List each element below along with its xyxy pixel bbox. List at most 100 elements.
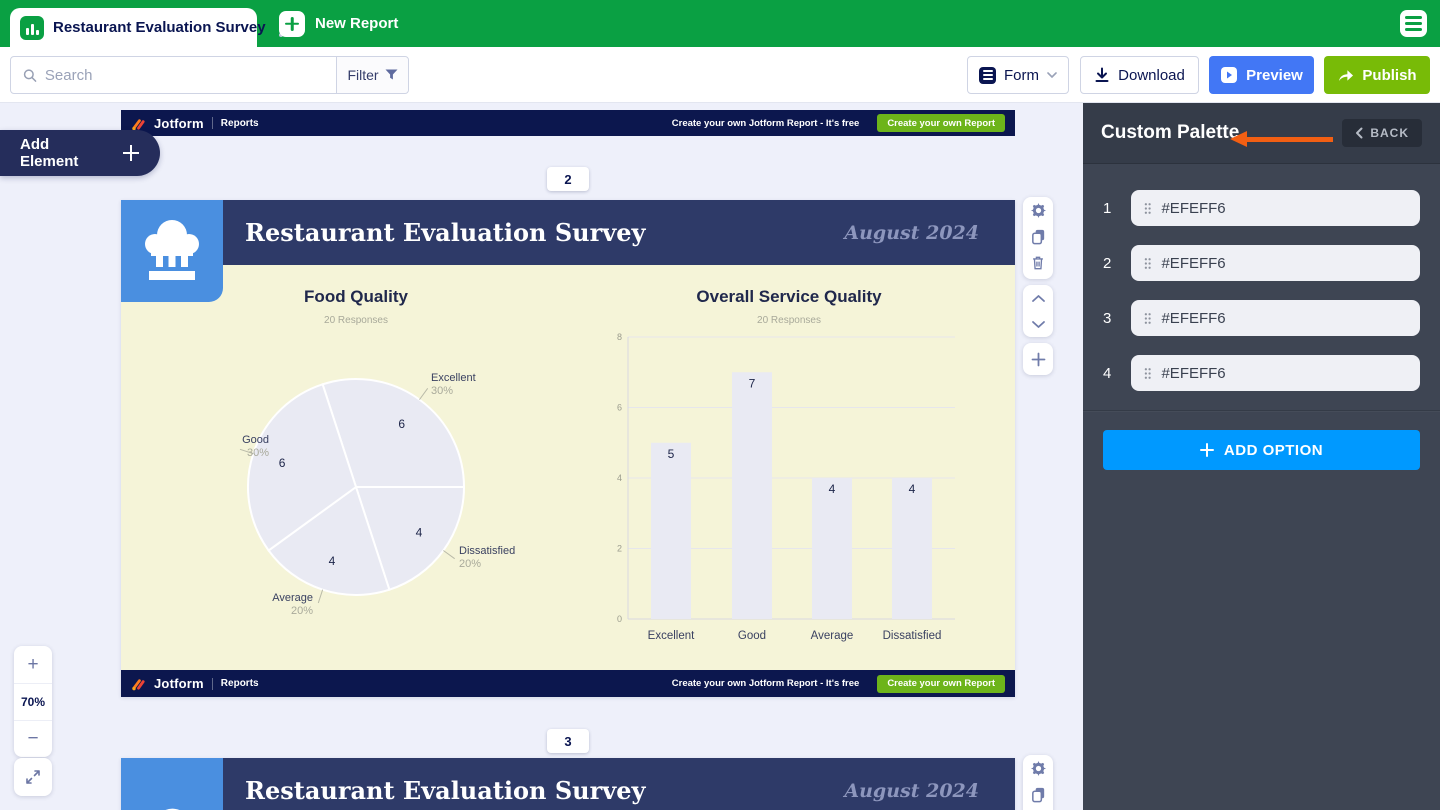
- color-value-field[interactable]: [1131, 355, 1420, 391]
- filter-label: Filter: [347, 67, 378, 83]
- svg-text:Dissatisfied: Dissatisfied: [883, 630, 942, 642]
- app-header: Restaurant Evaluation Survey New Report: [0, 0, 1440, 47]
- svg-text:5: 5: [668, 447, 675, 461]
- new-report-label: New Report: [315, 15, 398, 32]
- svg-text:6: 6: [279, 456, 286, 470]
- search-input[interactable]: [45, 67, 324, 84]
- plus-icon: [1200, 443, 1214, 457]
- trash-icon[interactable]: [1023, 249, 1053, 275]
- search-box: [11, 57, 336, 93]
- tab-restaurant-evaluation-survey[interactable]: Restaurant Evaluation Survey: [10, 8, 257, 47]
- report-date: August 2024: [844, 780, 979, 802]
- report-header[interactable]: Restaurant Evaluation Survey August 2024: [121, 758, 1015, 810]
- report-title: Restaurant Evaluation Survey: [245, 776, 645, 805]
- add-plus-icon[interactable]: [1023, 343, 1053, 375]
- settings-gear-icon[interactable]: [1023, 197, 1053, 223]
- chevron-left-icon: [1355, 127, 1363, 139]
- zoom-in-button[interactable]: +: [14, 646, 52, 683]
- preview-button[interactable]: Preview: [1209, 56, 1314, 94]
- plus-icon: [279, 11, 305, 37]
- drag-handle-icon[interactable]: [1144, 367, 1151, 380]
- pie-label-good: Good 30%: [209, 434, 269, 460]
- banner-section: Reports: [221, 118, 259, 129]
- pie-chart-subtitle: 20 Responses: [206, 315, 506, 326]
- report-page-3[interactable]: Restaurant Evaluation Survey August 2024: [121, 758, 1015, 810]
- share-arrow-icon: [1337, 67, 1354, 83]
- report-avatar: [121, 200, 223, 302]
- hamburger-menu-icon[interactable]: [1400, 10, 1427, 37]
- duplicate-icon[interactable]: [1023, 223, 1053, 249]
- publish-label: Publish: [1362, 67, 1416, 84]
- add-element-button[interactable]: Add Element: [0, 130, 160, 176]
- svg-text:4: 4: [617, 473, 622, 483]
- report-charts-section[interactable]: Food Quality 20 Responses 6 4 4 6 Excellent…: [121, 265, 1015, 670]
- drag-handle-icon[interactable]: [1144, 312, 1151, 325]
- svg-text:4: 4: [329, 554, 336, 568]
- color-hex-input[interactable]: [1161, 310, 1407, 327]
- duplicate-icon[interactable]: [1023, 781, 1053, 807]
- color-value-field[interactable]: [1131, 190, 1420, 226]
- download-button[interactable]: Download: [1080, 56, 1199, 94]
- pie-chart-title: Food Quality: [206, 287, 506, 307]
- svg-text:Good: Good: [738, 630, 766, 642]
- svg-text:Excellent: Excellent: [648, 630, 695, 642]
- page-3-badge: 3: [547, 729, 589, 753]
- color-value-field[interactable]: [1131, 300, 1420, 336]
- filter-funnel-icon: [385, 69, 398, 81]
- back-button[interactable]: BACK: [1342, 119, 1422, 147]
- color-hex-input[interactable]: [1161, 200, 1407, 217]
- publish-button[interactable]: Publish: [1324, 56, 1430, 94]
- create-report-cta-button[interactable]: Create your own Report: [877, 114, 1005, 132]
- page2-footer-banner: Jotform Reports Create your own Jotform …: [121, 670, 1015, 697]
- svg-text:2: 2: [617, 544, 622, 554]
- report-date: August 2024: [844, 222, 979, 244]
- form-dropdown-button[interactable]: Form: [967, 56, 1069, 94]
- pie-label-average: Average 20%: [253, 592, 313, 618]
- color-hex-input[interactable]: [1161, 365, 1407, 382]
- drag-handle-icon[interactable]: [1144, 202, 1151, 215]
- sidebar-title: Custom Palette: [1101, 122, 1239, 144]
- bar-chart[interactable]: 864205Excellent7Good4Average4Dissatisfie…: [608, 330, 968, 650]
- pie-label-dissatisfied: Dissatisfied 20%: [459, 545, 515, 571]
- form-label: Form: [1004, 67, 1039, 84]
- drag-handle-icon[interactable]: [1144, 257, 1151, 270]
- pie-label-excellent: Excellent 30%: [431, 372, 476, 398]
- add-option-button[interactable]: ADD OPTION: [1103, 430, 1420, 470]
- element-move-toolbar: [1023, 285, 1053, 337]
- move-up-chevron-icon[interactable]: [1023, 285, 1053, 311]
- color-value-field[interactable]: [1131, 245, 1420, 281]
- report-header[interactable]: Restaurant Evaluation Survey August 2024: [121, 200, 1015, 265]
- page-2-badge: 2: [547, 167, 589, 191]
- annotation-arrow-icon: [1230, 131, 1333, 147]
- zoom-level: 70%: [14, 683, 52, 720]
- option-index: 3: [1103, 310, 1131, 327]
- chef-hat-icon: [141, 217, 203, 285]
- zoom-out-button[interactable]: −: [14, 720, 52, 757]
- settings-sidebar: Custom Palette BACK 1: [1083, 103, 1440, 810]
- svg-text:6: 6: [617, 403, 622, 413]
- svg-text:0: 0: [617, 614, 622, 624]
- fullscreen-expand-button[interactable]: [14, 758, 52, 796]
- element-actions-toolbar-page3: [1023, 755, 1053, 810]
- move-down-chevron-icon[interactable]: [1023, 311, 1053, 337]
- report-canvas[interactable]: Jotform Reports Create your own Jotform …: [0, 103, 1083, 810]
- svg-text:4: 4: [416, 526, 423, 540]
- svg-text:8: 8: [617, 332, 622, 342]
- plus-icon: [123, 144, 140, 162]
- color-hex-input[interactable]: [1161, 255, 1407, 272]
- pie-chart-title-block: Food Quality 20 Responses: [206, 287, 506, 326]
- new-report-button[interactable]: New Report: [265, 0, 412, 47]
- add-element-label: Add Element: [20, 136, 107, 170]
- download-label: Download: [1118, 67, 1185, 84]
- svg-text:7: 7: [749, 376, 756, 390]
- bar-chart-subtitle: 20 Responses: [639, 315, 939, 326]
- report-avatar: [121, 758, 223, 810]
- bar-chart-title-block: Overall Service Quality 20 Responses: [639, 287, 939, 326]
- filter-button[interactable]: Filter: [336, 57, 408, 93]
- create-report-cta-button[interactable]: Create your own Report: [877, 675, 1005, 693]
- settings-gear-icon[interactable]: [1023, 755, 1053, 781]
- jotform-logo-icon: [131, 676, 146, 691]
- toolbar: Filter Form Download Preview Publish: [0, 47, 1440, 103]
- jotform-brand: Jotform: [154, 116, 204, 131]
- report-page-2[interactable]: Restaurant Evaluation Survey August 2024…: [121, 200, 1015, 697]
